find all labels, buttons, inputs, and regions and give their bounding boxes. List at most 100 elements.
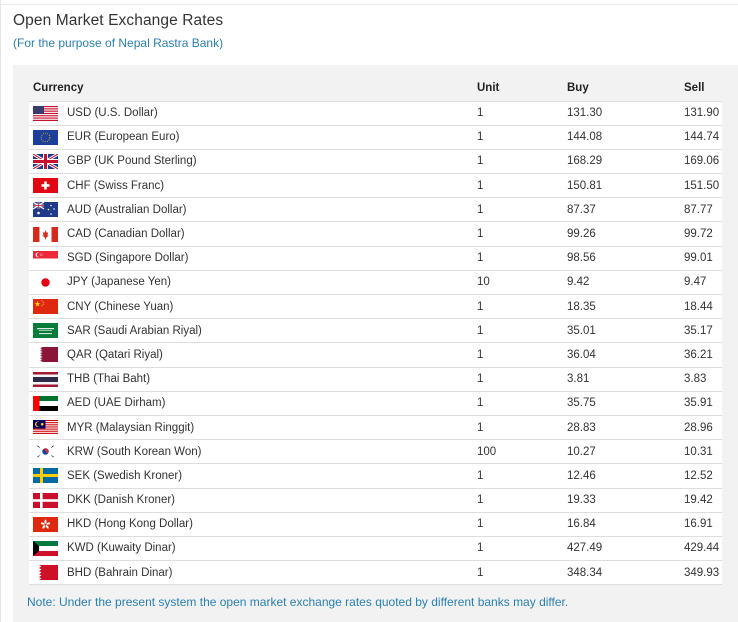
buy-rate-cell: 28.83 bbox=[567, 415, 684, 441]
currency-name-cell: JPY (Japanese Yen) bbox=[67, 270, 477, 296]
flag-cell bbox=[29, 463, 67, 489]
flag-cell bbox=[29, 270, 67, 296]
sell-rate-cell: 169.06 bbox=[684, 149, 722, 175]
us-flag-icon bbox=[33, 105, 58, 121]
unit-cell: 1 bbox=[477, 391, 567, 416]
flag-cell bbox=[29, 318, 67, 344]
table-row: EUR (European Euro) 1 144.08 144.74 bbox=[29, 125, 722, 150]
table-row: CAD (Canadian Dollar) 1 99.26 99.72 bbox=[29, 221, 722, 247]
currency-name-cell: DKK (Danish Kroner) bbox=[67, 488, 477, 513]
table-row: HKD (Hong Kong Dollar) 1 16.84 16.91 bbox=[29, 512, 722, 537]
unit-cell: 10 bbox=[477, 270, 567, 296]
table-row: KWD (Kuwaity Dinar) 1 427.49 429.44 bbox=[29, 536, 722, 562]
qa-flag-icon bbox=[33, 347, 58, 363]
table-row: KRW (South Korean Won) 100 10.27 10.31 bbox=[29, 439, 722, 465]
sell-rate-cell: 131.90 bbox=[684, 101, 722, 126]
table-row: THB (Thai Baht) 1 3.81 3.83 bbox=[29, 367, 722, 392]
unit-cell: 1 bbox=[477, 125, 567, 150]
sell-rate-cell: 10.31 bbox=[684, 439, 722, 465]
flag-cell bbox=[29, 560, 67, 586]
ch-flag-icon bbox=[33, 178, 58, 194]
currency-column-header: Currency bbox=[29, 65, 477, 102]
left-border bbox=[0, 0, 1, 622]
sa-flag-icon bbox=[33, 323, 58, 339]
unit-cell: 1 bbox=[477, 173, 567, 199]
unit-cell: 1 bbox=[477, 463, 567, 489]
flag-cell bbox=[29, 512, 67, 537]
currency-name-cell: AUD (Australian Dollar) bbox=[67, 197, 477, 223]
table-row: SGD (Singapore Dollar) 1 98.56 99.01 bbox=[29, 246, 722, 271]
unit-cell: 1 bbox=[477, 342, 567, 368]
flag-cell bbox=[29, 101, 67, 126]
table-row: CHF (Swiss Franc) 1 150.81 151.50 bbox=[29, 173, 722, 199]
unit-cell: 1 bbox=[477, 318, 567, 344]
table-row: AED (UAE Dirham) 1 35.75 35.91 bbox=[29, 391, 722, 416]
buy-rate-cell: 3.81 bbox=[567, 367, 684, 392]
kw-flag-icon bbox=[33, 540, 58, 556]
th-flag-icon bbox=[33, 371, 58, 387]
flag-cell bbox=[29, 391, 67, 416]
buy-rate-cell: 348.34 bbox=[567, 560, 684, 586]
currency-name-cell: SGD (Singapore Dollar) bbox=[67, 246, 477, 271]
currency-name-cell: EUR (European Euro) bbox=[67, 125, 477, 150]
table-row: GBP (UK Pound Sterling) 1 168.29 169.06 bbox=[29, 149, 722, 175]
flag-cell bbox=[29, 125, 67, 150]
sell-rate-cell: 151.50 bbox=[684, 173, 722, 199]
table-row: CNY (Chinese Yuan) 1 18.35 18.44 bbox=[29, 294, 722, 320]
buy-rate-cell: 16.84 bbox=[567, 512, 684, 537]
sell-rate-cell: 99.01 bbox=[684, 246, 722, 271]
sell-rate-cell: 18.44 bbox=[684, 294, 722, 320]
flag-cell bbox=[29, 221, 67, 247]
page-title: Open Market Exchange Rates bbox=[13, 12, 224, 29]
currency-name-cell: AED (UAE Dirham) bbox=[67, 391, 477, 416]
buy-rate-cell: 19.33 bbox=[567, 488, 684, 513]
buy-rate-cell: 427.49 bbox=[567, 536, 684, 562]
currency-name-cell: KWD (Kuwaity Dinar) bbox=[67, 536, 477, 562]
currency-name-cell: MYR (Malaysian Ringgit) bbox=[67, 415, 477, 441]
sell-rate-cell: 144.74 bbox=[684, 125, 722, 150]
buy-rate-cell: 150.81 bbox=[567, 173, 684, 199]
sell-column-header: Sell bbox=[684, 65, 722, 102]
buy-rate-cell: 99.26 bbox=[567, 221, 684, 247]
flag-cell bbox=[29, 367, 67, 392]
unit-cell: 1 bbox=[477, 294, 567, 320]
page-subtitle: (For the purpose of Nepal Rastra Bank) bbox=[13, 36, 224, 50]
sell-rate-cell: 3.83 bbox=[684, 367, 722, 392]
unit-cell: 1 bbox=[477, 415, 567, 441]
unit-cell: 1 bbox=[477, 512, 567, 537]
buy-rate-cell: 36.04 bbox=[567, 342, 684, 368]
buy-rate-cell: 98.56 bbox=[567, 246, 684, 271]
table-body: USD (U.S. Dollar) 1 131.30 131.90 EUR (Europ… bbox=[29, 101, 722, 586]
sell-rate-cell: 12.52 bbox=[684, 463, 722, 489]
buy-rate-cell: 87.37 bbox=[567, 197, 684, 223]
rates-panel: Currency Unit Buy Sell USD (U.S. Dollar)… bbox=[13, 65, 738, 622]
sell-rate-cell: 16.91 bbox=[684, 512, 722, 537]
sg-flag-icon bbox=[33, 250, 58, 266]
currency-name-cell: CNY (Chinese Yuan) bbox=[67, 294, 477, 320]
au-flag-icon bbox=[33, 202, 58, 218]
currency-name-cell: BHD (Bahrain Dinar) bbox=[67, 560, 477, 586]
dk-flag-icon bbox=[33, 492, 58, 508]
se-flag-icon bbox=[33, 468, 58, 484]
flag-cell bbox=[29, 439, 67, 465]
table-row: SAR (Saudi Arabian Riyal) 1 35.01 35.17 bbox=[29, 318, 722, 344]
cn-flag-icon bbox=[33, 299, 58, 315]
flag-cell bbox=[29, 149, 67, 175]
table-row: USD (U.S. Dollar) 1 131.30 131.90 bbox=[29, 101, 722, 126]
sell-rate-cell: 28.96 bbox=[684, 415, 722, 441]
sell-rate-cell: 99.72 bbox=[684, 221, 722, 247]
sell-rate-cell: 35.17 bbox=[684, 318, 722, 344]
buy-rate-cell: 35.75 bbox=[567, 391, 684, 416]
currency-name-cell: USD (U.S. Dollar) bbox=[67, 101, 477, 126]
currency-name-cell: CHF (Swiss Franc) bbox=[67, 173, 477, 199]
sell-rate-cell: 9.47 bbox=[684, 270, 722, 296]
gb-flag-icon bbox=[33, 153, 58, 169]
unit-cell: 1 bbox=[477, 367, 567, 392]
flag-cell bbox=[29, 246, 67, 271]
rates-table-wrapper: Currency Unit Buy Sell USD (U.S. Dollar)… bbox=[29, 65, 722, 586]
buy-rate-cell: 10.27 bbox=[567, 439, 684, 465]
my-flag-icon bbox=[33, 420, 58, 436]
sell-rate-cell: 349.93 bbox=[684, 560, 722, 586]
buy-rate-cell: 12.46 bbox=[567, 463, 684, 489]
table-row: JPY (Japanese Yen) 10 9.42 9.47 bbox=[29, 270, 722, 296]
